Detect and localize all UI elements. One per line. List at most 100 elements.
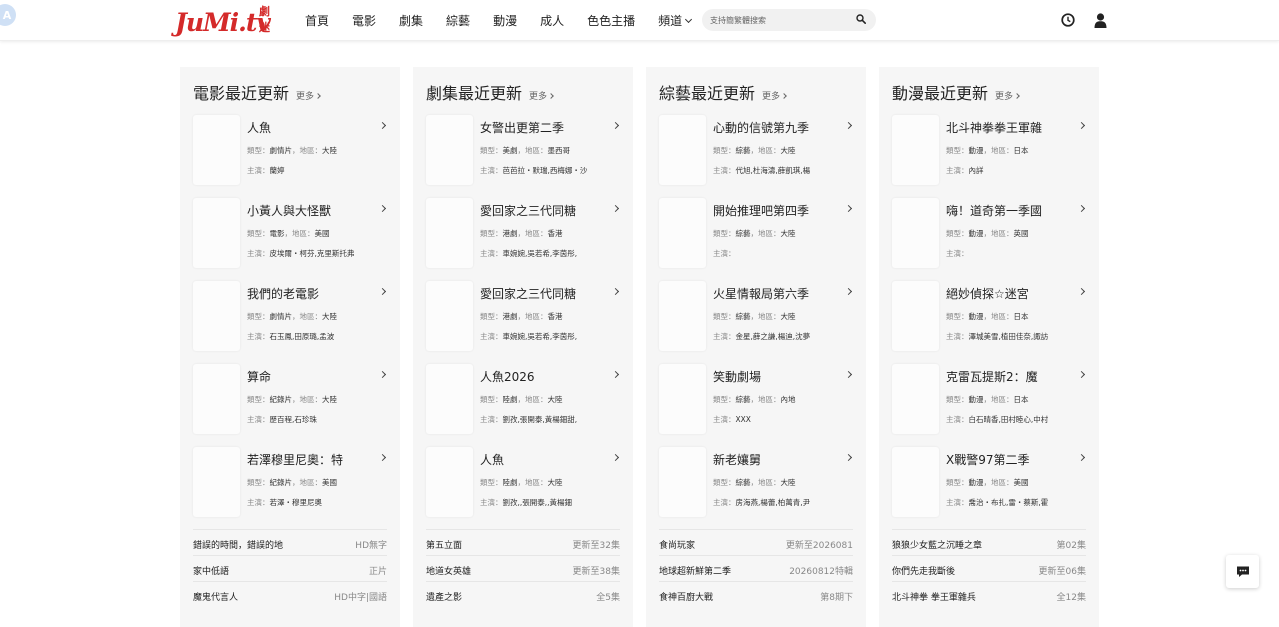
poster-thumbnail[interactable] [892,364,939,434]
user-icon[interactable] [1094,13,1107,28]
chevron-right-icon[interactable] [1077,204,1086,213]
poster-thumbnail[interactable] [892,447,939,517]
nav-live[interactable]: 色色主播 [587,12,635,29]
card-title[interactable]: 小黃人與大怪獸 [247,202,331,219]
poster-thumbnail[interactable] [659,115,706,185]
card-title[interactable]: 絕妙偵探☆迷宮 [946,285,1029,302]
card-title[interactable]: 新老孃舅 [713,451,761,468]
chevron-right-icon[interactable] [611,370,620,379]
poster-thumbnail[interactable] [193,198,240,268]
list-item[interactable]: 狼狼少女藍之沉睡之章 第02集 [892,529,1086,555]
chevron-right-icon[interactable] [844,287,853,296]
poster-thumbnail[interactable] [193,115,240,185]
nav-home[interactable]: 首頁 [305,12,329,29]
poster-thumbnail[interactable] [193,281,240,351]
search-icon[interactable] [856,14,866,24]
list-item-title[interactable]: 地道女英雄 [426,564,471,577]
card-title[interactable]: 克雷瓦提斯2：魔 [946,368,1038,385]
media-card[interactable]: 絕妙偵探☆迷宮 類型：動漫，地區：日本 主演：澤城美雪,植田佳奈,諏訪 [892,281,1092,353]
chevron-right-icon[interactable] [378,370,387,379]
card-title[interactable]: 若澤穆里尼奧：特 [247,451,343,468]
poster-thumbnail[interactable] [193,364,240,434]
list-item[interactable]: 食尚玩家 更新至2026081 [659,529,853,555]
card-title[interactable]: 人魚 [247,119,271,136]
list-item[interactable]: 錯誤的時間，錯誤的地 HD無字 [193,529,387,555]
list-item-title[interactable]: 地球超新鮮第二季 [659,564,731,577]
card-title[interactable]: 愛回家之三代同糖 [480,202,576,219]
list-item[interactable]: 第五立面 更新至32集 [426,529,620,555]
chevron-right-icon[interactable] [611,287,620,296]
chevron-right-icon[interactable] [844,121,853,130]
chevron-right-icon[interactable] [611,453,620,462]
chevron-right-icon[interactable] [378,204,387,213]
list-item[interactable]: 食神百廚大戰 第8期下 [659,581,853,607]
poster-thumbnail[interactable] [426,364,473,434]
list-item-title[interactable]: 第五立面 [426,538,462,551]
media-card[interactable]: 我們的老電影 類型：劇情片，地區：大陸 主演：石玉鳳,田原璐,孟波 [193,281,393,353]
media-card[interactable]: X戰警97第二季 類型：動漫，地區：美國 主演：喬治・布扎,雷・蔡斯,霍 [892,447,1092,519]
card-title[interactable]: 我們的老電影 [247,285,319,302]
list-item-title[interactable]: 錯誤的時間，錯誤的地 [193,538,283,551]
card-title[interactable]: 心動的信號第九季 [713,119,809,136]
media-card[interactable]: 愛回家之三代同糖 類型：港劇，地區：香港 主演：車婉婉,吳若希,李茵彤, [426,281,626,353]
poster-thumbnail[interactable] [892,281,939,351]
list-item-title[interactable]: 魔鬼代言人 [193,590,238,603]
chevron-right-icon[interactable] [844,453,853,462]
card-title[interactable]: 開始推理吧第四季 [713,202,809,219]
nav-adult[interactable]: 成人 [540,12,564,29]
chevron-right-icon[interactable] [611,204,620,213]
list-item[interactable]: 地球超新鮮第二季 20260812特輯 [659,555,853,581]
card-title[interactable]: 嗨！道奇第一季國 [946,202,1042,219]
poster-thumbnail[interactable] [659,364,706,434]
poster-thumbnail[interactable] [659,198,706,268]
list-item-title[interactable]: 遺產之影 [426,590,462,603]
list-item-title[interactable]: 食尚玩家 [659,538,695,551]
chevron-right-icon[interactable] [844,204,853,213]
card-title[interactable]: 火星情報局第六季 [713,285,809,302]
poster-thumbnail[interactable] [426,198,473,268]
media-card[interactable]: 女警出更第二季 類型：美劇，地區：墨西哥 主演：芭芭拉・默瑞,西梅娜・沙 [426,115,626,187]
media-card[interactable]: 愛回家之三代同糖 類型：港劇，地區：香港 主演：車婉婉,吳若希,李茵彤, [426,198,626,270]
media-card[interactable]: 人魚2026 類型：陸劇，地區：大陸 主演：劉孜,張開泰,黃楊鈿甜, [426,364,626,436]
nav-anime[interactable]: 動漫 [493,12,517,29]
card-title[interactable]: 算命 [247,368,271,385]
list-item[interactable]: 地道女英雄 更新至38集 [426,555,620,581]
poster-thumbnail[interactable] [193,447,240,517]
list-item-title[interactable]: 狼狼少女藍之沉睡之章 [892,538,982,551]
more-link[interactable]: 更多 [995,89,1020,102]
chevron-right-icon[interactable] [1077,370,1086,379]
media-card[interactable]: 開始推理吧第四季 類型：綜藝，地區：大陸 主演： [659,198,859,270]
list-item-title[interactable]: 食神百廚大戰 [659,590,713,603]
list-item-title[interactable]: 你們先走我斷後 [892,564,955,577]
media-card[interactable]: 小黃人與大怪獸 類型：電影，地區：美國 主演：皮埃爾・柯芬,克里斯托弗 [193,198,393,270]
chevron-right-icon[interactable] [1077,287,1086,296]
media-card[interactable]: 算命 類型：紀錄片，地區：大陸 主演：歷百程,石珍珠 [193,364,393,436]
poster-thumbnail[interactable] [426,281,473,351]
card-title[interactable]: X戰警97第二季 [946,451,1030,468]
media-card[interactable]: 北斗神拳拳王軍雜 類型：動漫，地區：日本 主演：內詳 [892,115,1092,187]
card-title[interactable]: 北斗神拳拳王軍雜 [946,119,1042,136]
poster-thumbnail[interactable] [892,198,939,268]
list-item[interactable]: 北斗神拳 拳王軍雜兵 全12集 [892,581,1086,607]
corner-avatar-badge[interactable]: A [0,4,16,26]
list-item[interactable]: 遺產之影 全5集 [426,581,620,607]
list-item[interactable]: 家中低語 正片 [193,555,387,581]
clock-icon[interactable] [1061,13,1075,27]
media-card[interactable]: 新老孃舅 類型：綜藝，地區：大陸 主演：房海燕,楊蕾,柏萬青,尹 [659,447,859,519]
site-logo[interactable]: JuMi.tv 劇迷 [175,2,275,38]
chevron-right-icon[interactable] [378,121,387,130]
more-link[interactable]: 更多 [529,89,554,102]
more-link[interactable]: 更多 [762,89,787,102]
list-item-title[interactable]: 家中低語 [193,564,229,577]
chevron-right-icon[interactable] [1077,453,1086,462]
poster-thumbnail[interactable] [426,115,473,185]
nav-series[interactable]: 劇集 [399,12,423,29]
poster-thumbnail[interactable] [659,447,706,517]
chevron-right-icon[interactable] [1077,121,1086,130]
chevron-right-icon[interactable] [378,453,387,462]
card-title[interactable]: 人魚2026 [480,368,535,385]
more-link[interactable]: 更多 [296,89,321,102]
media-card[interactable]: 火星情報局第六季 類型：綜藝，地區：大陸 主演：金星,薛之謙,楊迪,沈夢 [659,281,859,353]
list-item-title[interactable]: 北斗神拳 拳王軍雜兵 [892,590,976,603]
card-title[interactable]: 女警出更第二季 [480,119,564,136]
